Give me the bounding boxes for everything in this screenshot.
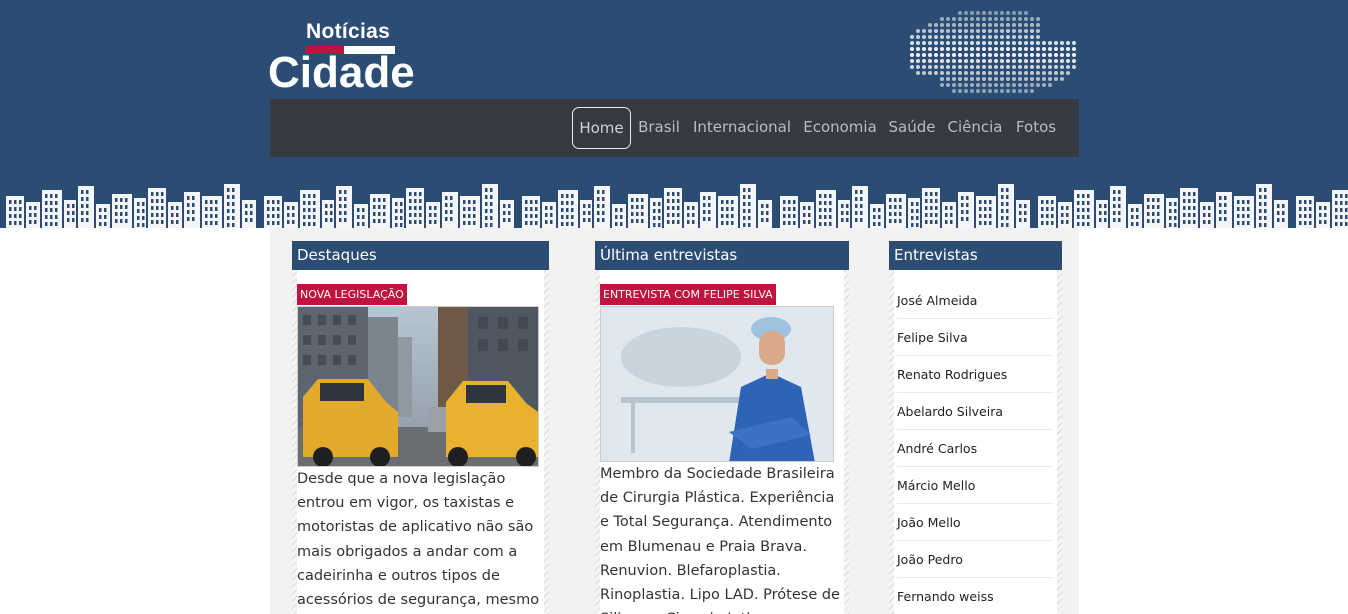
nav-item-saude[interactable]: Saúde: [887, 107, 937, 149]
taxi-street-photo[interactable]: [297, 306, 539, 467]
nav-item-internacional[interactable]: Internacional: [691, 107, 793, 149]
destaques-text: Desde que a nova legislação entrou em vi…: [297, 471, 540, 609]
site-header: Notícias Cidade Home Brasil Internaciona…: [0, 0, 1348, 228]
logo-big-text: Cidade: [268, 48, 415, 97]
list-item[interactable]: Márcio Mello: [897, 467, 1054, 504]
skyline-decoration: [6, 184, 1348, 228]
decorative-dot-pattern: [910, 11, 1076, 93]
nav-item-home[interactable]: Home: [572, 107, 631, 149]
list-item[interactable]: Fernando weiss: [897, 578, 1054, 614]
ultima-entrevistas-text: Membro da Sociedade Brasileira de Cirurg…: [600, 466, 840, 614]
entrevistas-title: Entrevistas: [889, 241, 1062, 270]
list-item[interactable]: Abelardo Silveira: [897, 393, 1054, 430]
nav-item-fotos[interactable]: Fotos: [1013, 107, 1059, 149]
list-item[interactable]: Renato Rodrigues: [897, 356, 1054, 393]
list-item[interactable]: João Mello: [897, 504, 1054, 541]
nav-item-economia[interactable]: Economia: [801, 107, 879, 149]
list-item[interactable]: André Carlos: [897, 430, 1054, 467]
destaques-tag[interactable]: NOVA LEGISLAÇÃO: [297, 284, 407, 305]
list-item[interactable]: José Almeida: [897, 282, 1054, 319]
main-navigation: Home Brasil Internacional Economia Saúde…: [270, 99, 1079, 157]
list-item[interactable]: Felipe Silva: [897, 319, 1054, 356]
site-logo[interactable]: Notícias Cidade: [268, 20, 428, 98]
doctor-photo[interactable]: [600, 306, 834, 462]
list-item[interactable]: João Pedro: [897, 541, 1054, 578]
nav-item-ciencia[interactable]: Ciência: [944, 107, 1006, 149]
destaques-title: Destaques: [292, 241, 549, 270]
ultima-entrevistas-title: Última entrevistas: [595, 241, 849, 270]
logo-small-text: Notícias: [306, 20, 391, 43]
ultima-entrevistas-tag[interactable]: ENTREVISTA COM FELIPE SILVA: [600, 284, 776, 305]
nav-item-brasil[interactable]: Brasil: [634, 107, 684, 149]
